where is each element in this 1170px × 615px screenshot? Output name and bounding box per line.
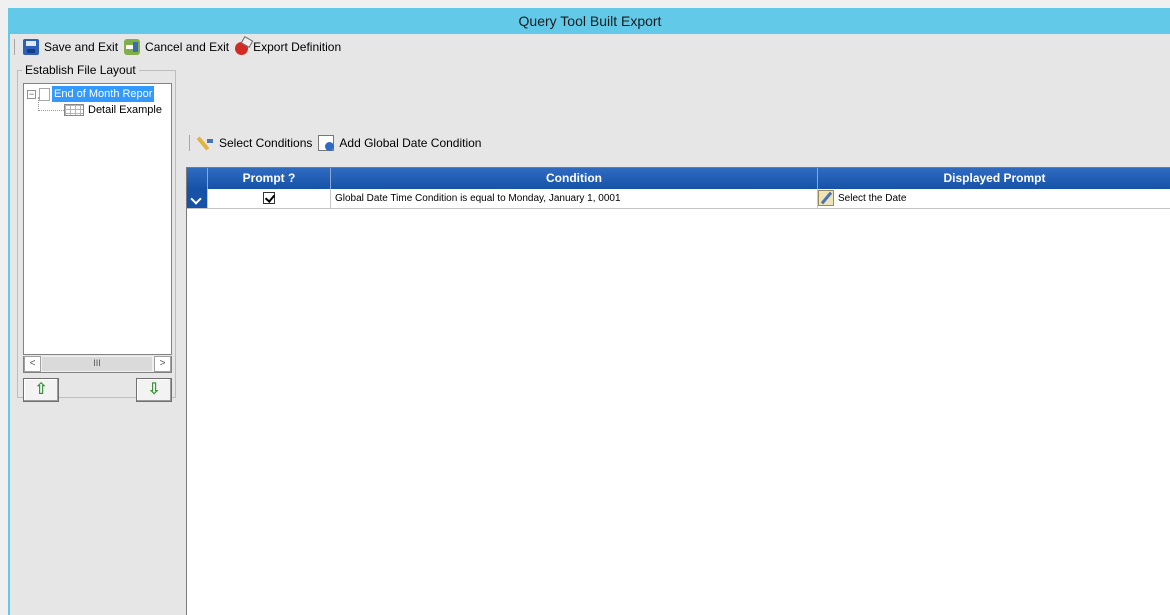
displayed-prompt-text: Select the Date <box>838 193 907 204</box>
tree-node-root-label[interactable]: End of Month Repor <box>52 86 155 102</box>
file-layout-group: Establish File Layout − End of Month Rep… <box>17 63 176 402</box>
main-toolbar: Save and Exit Cancel and Exit Export Def… <box>14 37 341 57</box>
conditions-toolbar: Select Conditions Add Global Date Condit… <box>189 133 481 153</box>
conditions-toolbar-grip <box>189 135 190 151</box>
column-header-condition[interactable]: Condition <box>331 168 818 189</box>
row-selector-icon[interactable] <box>187 189 208 208</box>
cancel-exit-icon <box>124 39 141 55</box>
select-conditions-icon <box>198 135 214 151</box>
window-border-left <box>8 8 10 615</box>
move-up-button[interactable]: ⇧ <box>23 378 59 402</box>
export-definition-label: Export Definition <box>253 40 342 54</box>
prompt-checkbox[interactable] <box>263 192 275 205</box>
prompt-cell[interactable] <box>208 189 331 208</box>
global-date-icon <box>318 135 335 151</box>
export-definition-icon <box>235 41 249 55</box>
cancel-and-exit-button[interactable]: Cancel and Exit <box>124 39 229 55</box>
tree-node-child-label[interactable]: Detail Example <box>88 104 162 116</box>
select-conditions-label: Select Conditions <box>219 136 313 150</box>
grid-header: Prompt ? Condition Displayed Prompt <box>187 168 1170 189</box>
edit-prompt-icon[interactable] <box>818 190 834 207</box>
table-row[interactable]: Global Date Time Condition is equal to M… <box>187 189 1170 209</box>
detail-grid-icon <box>64 104 84 116</box>
condition-cell[interactable]: Global Date Time Condition is equal to M… <box>331 189 818 208</box>
file-layout-tree[interactable]: − End of Month Repor Detail Example <box>23 83 172 355</box>
tree-connector-horizontal <box>38 110 64 111</box>
conditions-grid[interactable]: Prompt ? Condition Displayed Prompt Glob… <box>186 167 1170 615</box>
tree-node-root[interactable]: − End of Month Repor <box>27 86 155 102</box>
toolbar-grip <box>14 39 15 55</box>
save-and-exit-label: Save and Exit <box>44 40 119 54</box>
window-title: Query Tool Built Export <box>518 13 662 29</box>
grid-header-corner <box>187 168 208 189</box>
arrow-down-icon: ⇩ <box>147 381 161 398</box>
save-and-exit-button[interactable]: Save and Exit <box>23 39 118 55</box>
collapse-icon[interactable]: − <box>27 89 36 99</box>
cancel-and-exit-label: Cancel and Exit <box>145 40 230 54</box>
arrow-up-icon: ⇧ <box>34 381 48 398</box>
select-conditions-button[interactable]: Select Conditions <box>198 135 312 151</box>
document-icon <box>39 87 50 101</box>
column-header-prompt[interactable]: Prompt ? <box>208 168 331 189</box>
tree-horizontal-scrollbar[interactable]: < III > <box>23 356 172 373</box>
column-header-displayed-prompt[interactable]: Displayed Prompt <box>818 168 1170 189</box>
save-icon <box>23 39 39 55</box>
scroll-thumb[interactable]: III <box>42 357 152 371</box>
scroll-left-button[interactable]: < <box>24 356 41 372</box>
add-global-date-condition-button[interactable]: Add Global Date Condition <box>318 135 481 151</box>
window-title-bar: Query Tool Built Export <box>10 8 1170 34</box>
export-definition-button[interactable]: Export Definition <box>235 40 341 55</box>
add-global-date-condition-label: Add Global Date Condition <box>339 136 482 150</box>
move-down-button[interactable]: ⇩ <box>136 378 172 402</box>
file-layout-group-label: Establish File Layout <box>22 63 139 77</box>
tree-node-child[interactable]: Detail Example <box>64 102 162 118</box>
scroll-right-button[interactable]: > <box>154 356 171 372</box>
displayed-prompt-cell[interactable]: Select the Date <box>818 189 1170 208</box>
